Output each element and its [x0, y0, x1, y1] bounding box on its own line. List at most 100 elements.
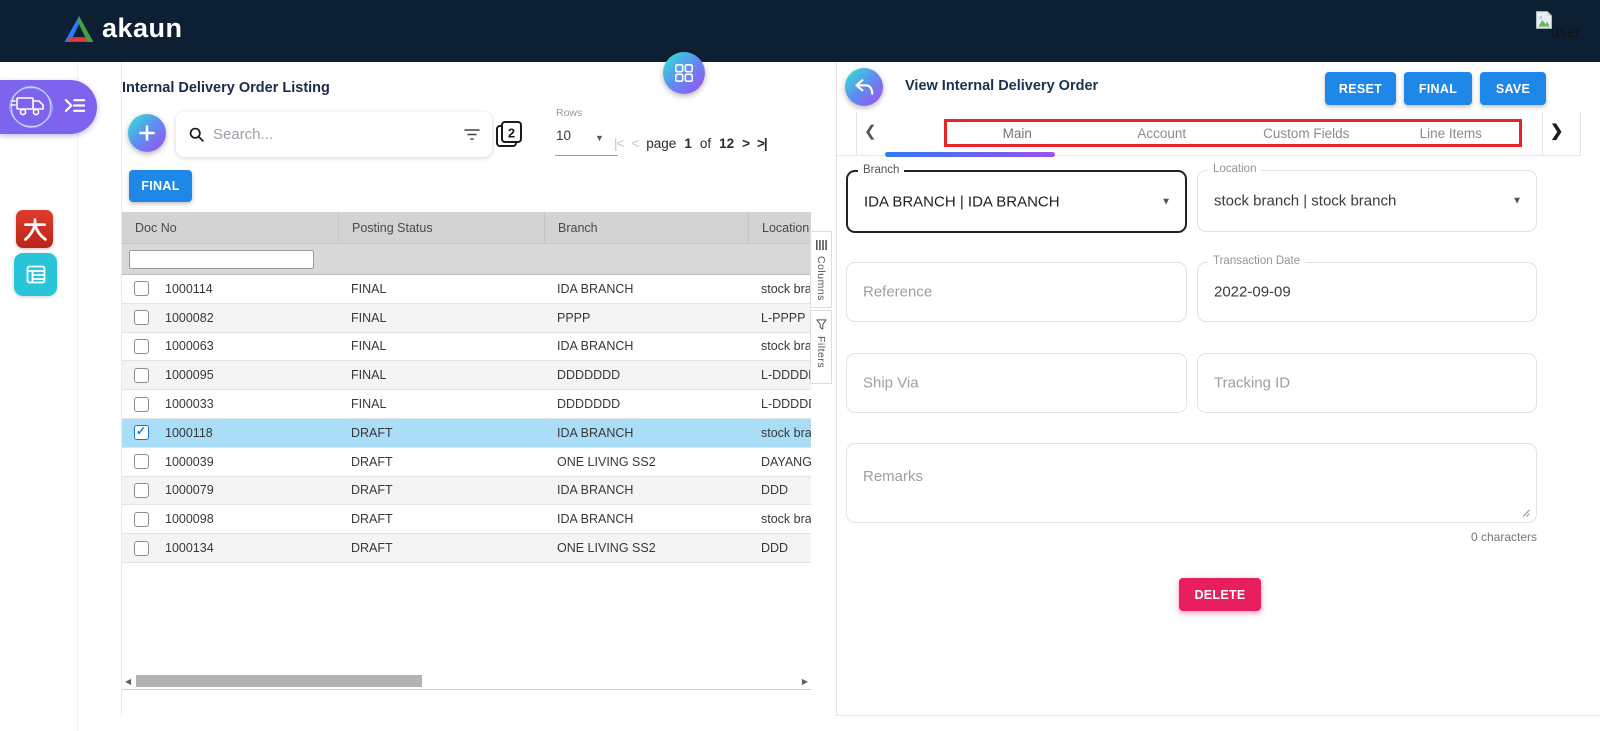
table-row[interactable]: 1000095 FINAL DDDDDDD L-DDDDDDD [122, 361, 811, 390]
remarks-textarea-field[interactable]: Remarks [846, 443, 1537, 523]
doc-no-cell: 1000063 [165, 339, 214, 353]
listing-title: Internal Delivery Order Listing [122, 80, 330, 96]
doc-no-filter-input[interactable] [129, 250, 314, 269]
tabstrip-edge-divider [1580, 112, 1581, 155]
duplicate-pages-icon[interactable]: 2 [494, 119, 524, 150]
col-header-posting-status[interactable]: Posting Status [338, 212, 544, 243]
detail-tab[interactable]: Main [945, 112, 1090, 155]
branch-caret-icon[interactable]: ▼ [1161, 196, 1171, 207]
rows-per-page-select[interactable]: 10 [556, 128, 571, 143]
ship-via-placeholder: Ship Via [863, 375, 919, 392]
table-filter-row [122, 243, 811, 275]
reset-button[interactable]: RESET [1325, 72, 1396, 105]
transaction-date-field[interactable]: Transaction Date 2022-09-09 [1197, 262, 1537, 322]
next-page-button[interactable]: > [742, 136, 749, 151]
horizontal-scrollbar[interactable]: ◀ ▶ [123, 674, 810, 689]
first-page-button[interactable]: |< [614, 136, 623, 151]
branch-cell: ONE LIVING SS2 [544, 541, 748, 555]
row-checkbox[interactable] [134, 310, 149, 325]
orders-table: Doc No Posting Status Branch Location 10… [122, 212, 811, 690]
doc-no-cell: 1000039 [165, 455, 214, 469]
location-cell: L-DDDDDDD [748, 368, 811, 382]
internal-delivery-order-listing-panel: Internal Delivery Order Listing 2 [121, 62, 811, 716]
reference-input-field[interactable]: Reference [846, 262, 1187, 322]
detail-tab[interactable]: Line Items [1379, 112, 1524, 155]
filters-side-tab[interactable]: Filters [810, 310, 832, 384]
akaun-logo[interactable]: akaun [64, 13, 183, 44]
columns-side-tab[interactable]: Columns [810, 231, 832, 308]
location-field-label: Location [1208, 163, 1261, 175]
posting-status-cell: FINAL [338, 368, 544, 382]
ship-via-input-field[interactable]: Ship Via [846, 353, 1187, 413]
row-checkbox[interactable] [134, 368, 149, 383]
row-checkbox[interactable] [134, 397, 149, 412]
row-checkbox[interactable] [134, 483, 149, 498]
table-row[interactable]: 1000114 FINAL IDA BRANCH stock branch [122, 275, 811, 304]
row-checkbox[interactable] [134, 281, 149, 296]
row-checkbox[interactable] [134, 512, 149, 527]
location-caret-icon[interactable]: ▼ [1512, 196, 1522, 207]
table-row[interactable]: 1000118 DRAFT IDA BRANCH stock branch [122, 419, 811, 448]
location-select-field[interactable]: Location stock branch | stock branch ▼ [1197, 170, 1537, 232]
branch-select-field[interactable]: Branch IDA BRANCH | IDA BRANCH ▼ [846, 170, 1187, 233]
location-cell: stock branch [748, 282, 811, 296]
posting-status-cell: FINAL [338, 397, 544, 411]
save-button[interactable]: SAVE [1480, 72, 1546, 105]
tracking-id-input-field[interactable]: Tracking ID [1197, 353, 1537, 413]
back-arrow-icon [854, 78, 874, 96]
scrollbar-thumb[interactable] [136, 675, 422, 687]
filter-lines-icon[interactable] [464, 128, 480, 141]
filters-tab-label: Filters [815, 336, 827, 368]
add-button[interactable] [128, 114, 166, 152]
list-table-icon [24, 263, 48, 287]
sidebar-item-bigledger[interactable] [16, 210, 53, 248]
sidebar-item-listing[interactable] [14, 253, 57, 296]
user-menu[interactable]: user [1534, 8, 1594, 48]
tabs-scroll-right-chevron[interactable]: ❯ [1550, 121, 1563, 141]
detail-tab[interactable]: Custom Fields [1234, 112, 1379, 155]
col-header-doc-no[interactable]: Doc No [122, 212, 338, 243]
location-cell: DAYANGTES [748, 455, 811, 469]
table-row[interactable]: 1000134 DRAFT ONE LIVING SS2 DDD [122, 534, 811, 563]
col-header-location[interactable]: Location [748, 212, 811, 243]
row-checkbox[interactable] [134, 454, 149, 469]
final-filter-button[interactable]: FINAL [129, 170, 192, 202]
posting-status-cell: DRAFT [338, 512, 544, 526]
view-internal-delivery-order-panel: View Internal Delivery Order RESET FINAL… [836, 62, 1600, 716]
table-row[interactable]: 1000079 DRAFT IDA BRANCH DDD [122, 477, 811, 506]
topbar: akaun user [0, 0, 1600, 62]
resize-handle-icon[interactable] [1521, 508, 1530, 517]
delivery-truck-icon [3, 81, 59, 133]
row-checkbox[interactable] [134, 339, 149, 354]
detail-tab[interactable]: Account [1090, 112, 1235, 155]
location-field-value: stock branch | stock branch [1214, 193, 1396, 210]
col-header-branch[interactable]: Branch [544, 212, 748, 243]
active-tab-underline [885, 152, 1055, 157]
final-button[interactable]: FINAL [1404, 72, 1472, 105]
row-checkbox[interactable] [134, 541, 149, 556]
rows-caret-icon[interactable]: ▼ [595, 133, 604, 143]
delete-button[interactable]: DELETE [1179, 578, 1261, 611]
rows-per-page-label: Rows [556, 107, 582, 119]
search-box [176, 112, 492, 157]
table-row[interactable]: 1000098 DRAFT IDA BRANCH stock branch [122, 505, 811, 534]
total-pages: 12 [719, 136, 734, 151]
grid-view-button[interactable] [663, 52, 705, 94]
detail-title: View Internal Delivery Order [905, 78, 1098, 94]
back-button[interactable] [845, 68, 883, 106]
scroll-left-arrow[interactable]: ◀ [125, 677, 131, 686]
last-page-button[interactable]: >| [757, 136, 767, 151]
doc-no-cell: 1000095 [165, 368, 214, 382]
search-input[interactable] [213, 126, 456, 143]
tabs-scroll-left-chevron[interactable]: ❮ [864, 122, 877, 140]
table-row[interactable]: 1000039 DRAFT ONE LIVING SS2 DAYANGTES [122, 448, 811, 477]
scroll-right-arrow[interactable]: ▶ [802, 677, 808, 686]
row-checkbox[interactable] [134, 425, 149, 440]
table-row[interactable]: 1000063 FINAL IDA BRANCH stock branch [122, 333, 811, 362]
active-module-pill[interactable] [0, 80, 97, 134]
of-word: of [700, 136, 711, 151]
prev-page-button[interactable]: < [631, 136, 638, 151]
table-row[interactable]: 1000033 FINAL DDDDDDD L-DDDDDDD [122, 390, 811, 419]
table-row[interactable]: 1000082 FINAL PPPP L-PPPP [122, 304, 811, 333]
branch-field-label: Branch [858, 164, 904, 176]
